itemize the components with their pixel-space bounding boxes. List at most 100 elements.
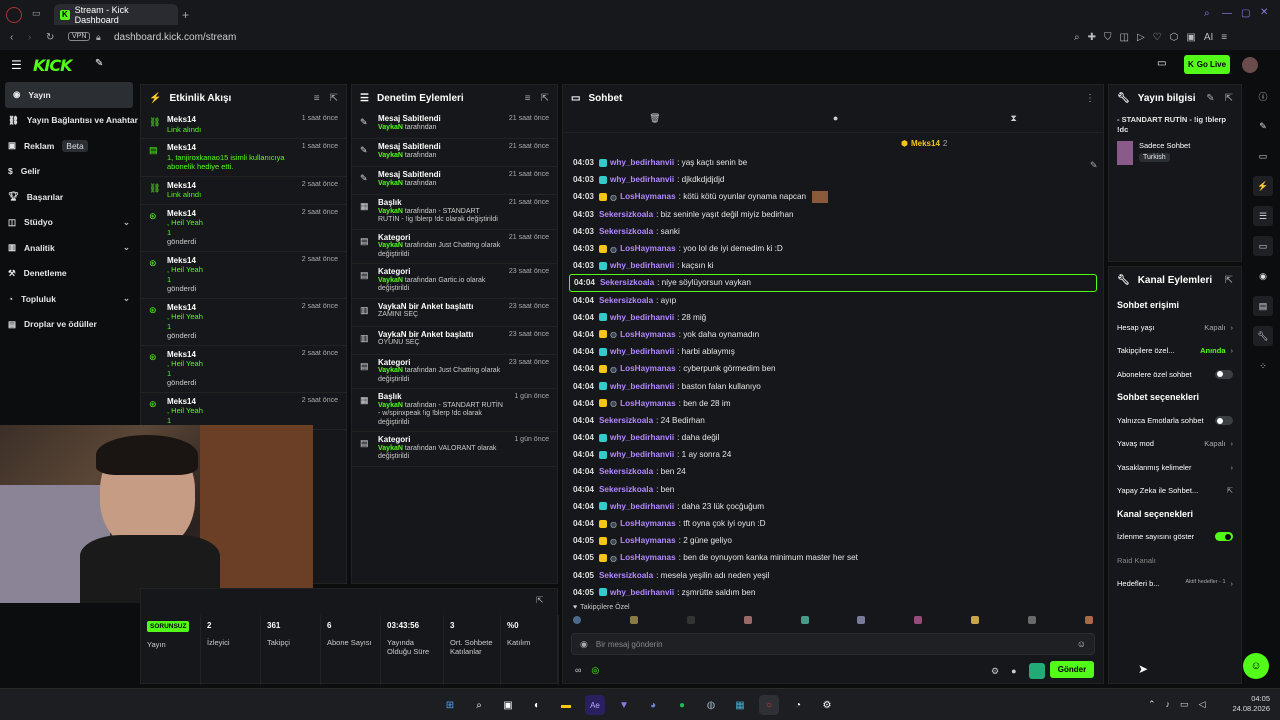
opera-logo-icon[interactable] — [6, 7, 22, 23]
spotify-icon[interactable]: ● — [672, 695, 692, 715]
popout-icon[interactable]: ⇱ — [330, 93, 338, 104]
moderation-actor[interactable]: VaykaN — [378, 242, 403, 249]
vpn-badge[interactable]: VPN — [68, 32, 91, 41]
chat-message[interactable]: 04:04 ◍ LosHaymanas: ben de 28 im — [563, 395, 1103, 412]
avatar[interactable] — [1242, 57, 1258, 73]
obs-icon[interactable]: ◔ — [788, 695, 808, 715]
network-icon[interactable]: ▭ — [1180, 699, 1189, 710]
chat-message[interactable]: 04:05 why_bedirhanvii: zşmrütte saldım be… — [563, 584, 1103, 601]
moderation-actor[interactable]: VaykaN — [378, 277, 403, 284]
chat-message[interactable]: 04:04 Sekersizkoala: ben — [563, 481, 1103, 498]
display-icon[interactable]: ▭ — [1253, 146, 1273, 166]
settings-icon[interactable]: ⚙ — [991, 666, 999, 677]
windows-start-icon[interactable]: ⊞ — [440, 695, 460, 715]
kick-ring-icon[interactable]: ◎ — [591, 665, 599, 676]
chat-message[interactable]: 04:04 ◍ LosHaymanas: cyberpunk görmedim be… — [563, 360, 1103, 377]
shield-icon[interactable]: ⛉ — [1104, 32, 1112, 43]
moderation-item[interactable]: ▥ VaykaN bir Anket başlattı OYUNU SEÇ 23 sa… — [352, 327, 557, 355]
minimize-icon[interactable]: — — [1222, 8, 1232, 19]
discord-icon[interactable]: ◕ — [643, 695, 663, 715]
emoji-icon[interactable]: ☺ — [1077, 639, 1086, 649]
new-tab-icon[interactable]: + — [182, 8, 189, 22]
sidebar-item[interactable]: ▣ Reklam Beta — [0, 133, 138, 159]
moderation-item[interactable]: ▤ Kategori VaykaN tarafından Gartic.io ola… — [352, 264, 557, 299]
more-icon[interactable]: ⋮ — [1085, 93, 1095, 104]
chevron-up-icon[interactable]: ⌃ — [1148, 699, 1156, 710]
emote-icon[interactable] — [971, 616, 980, 624]
chat-username[interactable]: Sekersizkoala — [600, 278, 654, 287]
activity-user[interactable]: Meks14 — [167, 143, 294, 153]
moderation-item[interactable]: ▤ Kategori VaykaN tarafından VALORANT olar… — [352, 432, 557, 467]
channel-setting-row[interactable]: Abonelere özel sohbet — [1109, 363, 1241, 386]
file-explorer-icon[interactable]: ▬ — [556, 695, 576, 715]
emote-icon[interactable] — [1028, 616, 1036, 624]
maximize-icon[interactable]: ▢ — [1241, 8, 1250, 19]
chat-message[interactable]: 04:03 ◍ LosHaymanas: kötü kötü oyunlar oyn… — [563, 188, 1103, 205]
chevron-right-icon[interactable]: › — [1231, 346, 1234, 355]
photos-icon[interactable]: ▦ — [730, 695, 750, 715]
moderation-actor[interactable]: VaykaN — [378, 208, 403, 215]
chevron-down-icon[interactable]: ⌄ — [123, 217, 130, 228]
moderation-item[interactable]: ▦ Başlık VaykaN tarafından - STANDART RUTİ… — [352, 195, 557, 230]
workspaces-icon[interactable]: ▭ — [32, 8, 41, 19]
activity-user[interactable]: Meks14 — [167, 397, 294, 407]
go-live-button[interactable]: K Go Live — [1184, 55, 1230, 74]
wrench-icon[interactable]: 🔧︎ — [1253, 326, 1273, 346]
chat-message[interactable]: 04:03 ◍ LosHaymanas: yoo lol de iyi demedi… — [563, 240, 1103, 257]
emote-icon[interactable] — [914, 616, 923, 624]
channel-setting-row[interactable]: Yalnızca Emotlarla sohbet — [1109, 409, 1241, 432]
broadcast-icon[interactable]: ◉ — [1253, 266, 1273, 286]
chat-message[interactable]: 04:05 ◍ LosHaymanas: ben de oynuyom kanka … — [563, 549, 1103, 566]
channel-setting-row[interactable]: Yasaklanmış kelimeler › — [1109, 455, 1241, 478]
extensions-icon[interactable]: ✚ — [1088, 32, 1096, 43]
proton-vpn-icon[interactable]: ▼ — [614, 695, 634, 715]
trash-icon[interactable]: 🗑︎ — [649, 113, 660, 132]
sidebar-item[interactable]: $ Gelir — [0, 159, 138, 185]
infinity-icon[interactable]: ∞ — [575, 665, 581, 676]
emote-icon[interactable] — [573, 616, 581, 624]
chat-input[interactable]: ◉ Bir mesaj gönderin ☺ — [571, 633, 1095, 655]
chat-username[interactable]: LosHaymanas — [620, 364, 676, 373]
chat-message[interactable]: 04:03 why_bedirhanvii: yaş kaçtı senin be — [563, 154, 1103, 171]
emote-icon[interactable] — [686, 616, 695, 624]
chat-username[interactable]: LosHaymanas — [620, 519, 676, 528]
popout-icon[interactable]: ⇱ — [536, 595, 544, 606]
chat-username[interactable]: LosHaymanas — [620, 399, 676, 408]
chat-message[interactable]: 04:03 why_bedirhanvii: kaçsın ki — [563, 257, 1103, 274]
sidebar-item[interactable]: 🏆︎ Başarılar — [0, 184, 138, 210]
url-field[interactable]: dashboard.kick.com/stream — [114, 32, 236, 43]
chevron-down-icon[interactable]: ⌄ — [123, 293, 130, 304]
chat-message[interactable]: 04:04 ◍ LosHaymanas: tft oyna çok iyi oyun… — [563, 515, 1103, 532]
moderation-actor[interactable]: VaykaN — [378, 180, 403, 187]
sidebar-item[interactable]: ⛓ Yayın Bağlantısı ve Anahtarı — [0, 108, 138, 134]
search-tabs-icon[interactable]: ⌕ — [1204, 8, 1210, 19]
moderation-item[interactable]: ▤ Kategori VaykaN tarafından Just Chatting… — [352, 230, 557, 264]
support-chat-icon[interactable]: ☺ — [1243, 653, 1269, 679]
channel-setting-row[interactable]: İzlenme sayısını göster — [1109, 525, 1241, 548]
toggle-switch[interactable] — [1215, 416, 1233, 426]
chat-message[interactable]: 04:03 Sekersizkoala: sanki — [563, 223, 1103, 240]
toggle-switch[interactable] — [1215, 532, 1233, 542]
edit-icon[interactable]: ✎ — [1253, 116, 1273, 136]
puzzle-icon[interactable]: ⬡ — [1170, 32, 1179, 43]
reload-icon[interactable]: ↻ — [46, 32, 54, 43]
moderation-actor[interactable]: VaykaN — [378, 367, 403, 374]
sidebar-item[interactable]: ◔ Topluluk ⌄ — [0, 286, 138, 312]
activity-user[interactable]: Meks14 — [167, 303, 294, 313]
chat-message[interactable]: 04:04 Sekersizkoala: 24 Bedirhan — [563, 412, 1103, 429]
chat-message[interactable]: 04:03 why_bedirhanvii: djkdkdjdjdjd — [563, 171, 1103, 188]
chat-username[interactable]: LosHaymanas — [620, 553, 676, 562]
display-icon[interactable]: ▭ — [1157, 58, 1166, 69]
chat-username[interactable]: why_bedirhanvii — [610, 382, 674, 391]
task-view-icon[interactable]: ▣ — [498, 695, 518, 715]
moderation-actor[interactable]: VaykaN — [378, 402, 403, 409]
kick-logo[interactable]: KICK — [33, 56, 72, 75]
chat-username[interactable]: Sekersizkoala — [599, 485, 653, 494]
moderation-actor[interactable]: VaykaN — [378, 445, 403, 452]
popout-icon[interactable]: ⇱ — [1225, 93, 1233, 104]
activity-event[interactable]: ⊛ Meks14, Heil Yeah 1 gönderdi 2 saat önce — [141, 299, 346, 346]
activity-user[interactable]: Meks14 — [167, 115, 294, 125]
activity-user[interactable]: Meks14 — [167, 256, 294, 266]
stats-icon[interactable]: ▤ — [1253, 296, 1273, 316]
chat-username[interactable]: Sekersizkoala — [599, 571, 653, 580]
